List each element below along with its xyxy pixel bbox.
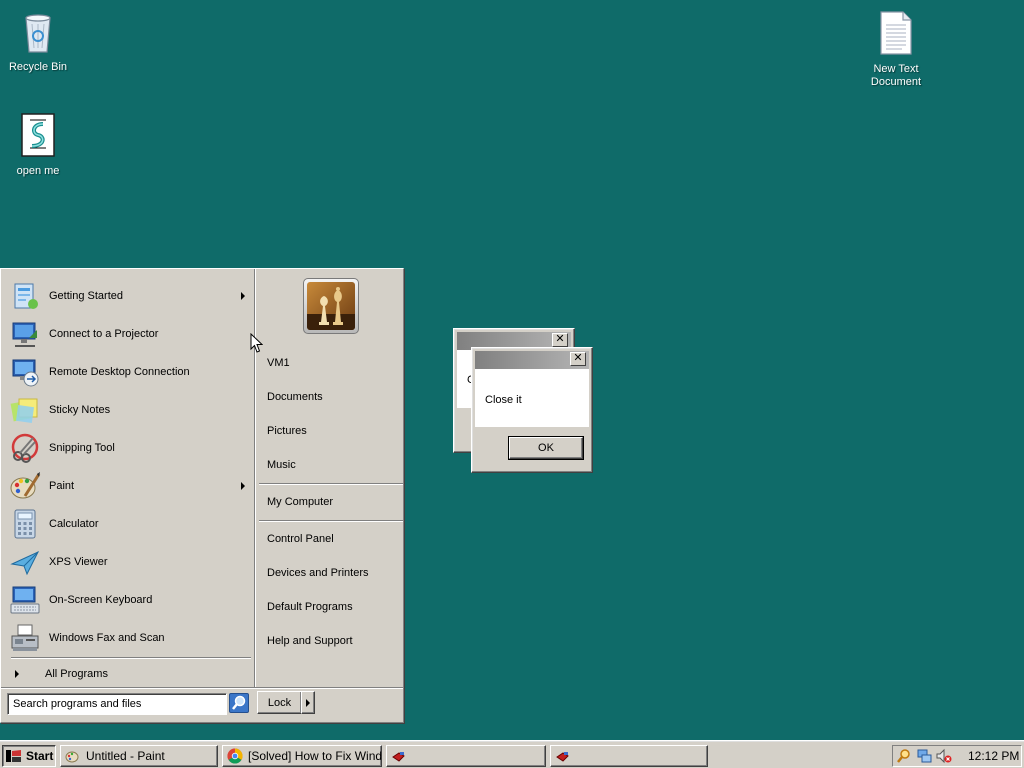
start-menu-item-on-screen-keyboard[interactable]: On-Screen Keyboard (9, 581, 253, 619)
all-programs-button[interactable]: All Programs (9, 663, 253, 685)
volume-muted-icon[interactable] (936, 748, 952, 764)
all-programs-label: All Programs (45, 668, 108, 680)
places-separator (259, 483, 403, 485)
ok-button[interactable]: OK (509, 437, 583, 459)
remote-desktop-icon (12, 359, 39, 387)
shutdown-options-button[interactable] (301, 691, 315, 714)
taskbar-item-chrome[interactable]: [Solved] How to Fix Windo... (222, 745, 382, 767)
start-menu-item-snipping-tool[interactable]: Snipping Tool (9, 429, 253, 467)
calculator-icon (14, 509, 36, 539)
start-menu-item-label: Connect to a Projector (49, 328, 159, 340)
places-link-my-computer[interactable]: My Computer (267, 492, 401, 512)
places-link-pictures[interactable]: Pictures (267, 421, 401, 441)
start-menu-item-label: Sticky Notes (49, 404, 111, 416)
text-document-icon (880, 11, 912, 55)
chess-pieces-icon (307, 287, 355, 330)
close-icon[interactable]: ✕ (552, 333, 568, 347)
paint-palette-icon (10, 472, 41, 499)
start-menu-item-label: Paint (49, 480, 75, 492)
dialog-titlebar[interactable]: ✕ (475, 351, 589, 369)
desktop-icon-label: New Text Document (870, 63, 922, 88)
places-link-help-support[interactable]: Help and Support (267, 631, 401, 651)
paint-icon (65, 751, 79, 763)
system-tray: 12:12 PM (892, 745, 1022, 767)
clock[interactable]: 12:12 PM (968, 749, 1019, 763)
start-menu-item-sticky-notes[interactable]: Sticky Notes (9, 391, 253, 429)
dialog-message: Close it (485, 394, 522, 406)
start-menu-item-calculator[interactable]: Calculator (9, 505, 253, 543)
scissors-icon (11, 433, 39, 463)
start-menu-item-remote-desktop[interactable]: Remote Desktop Connection (9, 353, 253, 391)
desktop-icon-label: Recycle Bin (8, 61, 68, 73)
search-button[interactable] (229, 693, 249, 713)
start-menu-item-connect-projector[interactable]: Connect to a Projector (9, 315, 253, 353)
app-icon (556, 752, 569, 762)
search-icon (232, 695, 246, 710)
dialog-front[interactable]: ✕ Close it OK (471, 347, 593, 473)
desktop-icon-label: open me (16, 165, 60, 177)
start-menu-item-label: Calculator (49, 518, 99, 530)
getting-started-icon (14, 283, 38, 309)
taskbar-item-app[interactable] (550, 745, 708, 767)
start-menu-item-label: XPS Viewer (49, 556, 108, 568)
start-menu-item-fax-scan[interactable]: Windows Fax and Scan (9, 619, 253, 657)
keyboard-icon (10, 586, 40, 614)
desktop-icon-recycle-bin[interactable]: Recycle Bin (0, 8, 76, 74)
windows-logo-icon (6, 750, 21, 762)
desktop-icon-open-me[interactable]: open me (0, 112, 76, 178)
places-link-music[interactable]: Music (267, 455, 401, 475)
network-icon[interactable] (916, 748, 932, 764)
start-menu-programs-pane: Getting Started Connect to a Projector R… (3, 271, 253, 687)
search-input[interactable] (7, 693, 227, 715)
places-link-devices-printers[interactable]: Devices and Printers (267, 563, 401, 583)
start-menu-item-label: Windows Fax and Scan (49, 632, 165, 644)
submenu-arrow-icon (241, 482, 245, 490)
taskbar-item-label: Untitled - Paint (86, 749, 165, 763)
lock-button[interactable]: Lock (257, 691, 302, 714)
chrome-icon (227, 748, 243, 764)
start-menu-item-paint[interactable]: Paint (9, 467, 253, 505)
places-link-documents[interactable]: Documents (267, 387, 401, 407)
desktop-icon-new-text-document[interactable]: New Text Document (858, 10, 934, 89)
chess-pieces-avatar (307, 282, 355, 330)
start-menu: Getting Started Connect to a Projector R… (0, 268, 404, 723)
start-menu-bottom-bar: Lock (1, 687, 403, 722)
start-menu-separator (11, 657, 251, 659)
sticky-notes-icon (10, 398, 38, 424)
mouse-cursor-icon (250, 333, 263, 353)
start-menu-item-label: Getting Started (49, 290, 123, 302)
expand-arrow-icon (15, 670, 19, 678)
taskbar-item-label: [Solved] How to Fix Windo... (248, 749, 382, 763)
places-separator (259, 520, 403, 522)
places-link-user[interactable]: VM1 (267, 353, 401, 373)
start-menu-places-pane: VM1 Documents Pictures Music My Computer… (257, 269, 403, 687)
xps-viewer-icon (10, 550, 40, 576)
search-tray-icon[interactable] (896, 748, 912, 764)
taskbar: Start Untitled - Paint [Solved] How to F… (0, 740, 1024, 768)
start-menu-item-label: Remote Desktop Connection (49, 366, 190, 378)
submenu-arrow-icon (241, 292, 245, 300)
projector-icon (12, 322, 37, 347)
start-menu-item-label: Snipping Tool (49, 442, 115, 454)
app-icon (392, 752, 405, 762)
start-menu-item-label: On-Screen Keyboard (49, 594, 153, 606)
close-icon[interactable]: ✕ (570, 352, 586, 366)
taskbar-item-app[interactable] (386, 745, 546, 767)
start-menu-item-getting-started[interactable]: Getting Started (9, 277, 253, 315)
places-link-control-panel[interactable]: Control Panel (267, 529, 401, 549)
user-avatar[interactable] (303, 278, 359, 334)
places-link-default-programs[interactable]: Default Programs (267, 597, 401, 617)
start-label: Start (26, 749, 54, 763)
start-menu-divider (254, 269, 256, 687)
start-menu-item-xps-viewer[interactable]: XPS Viewer (9, 543, 253, 581)
script-file-icon (21, 113, 55, 157)
recycle-bin-icon (25, 14, 51, 53)
taskbar-item-paint[interactable]: Untitled - Paint (60, 745, 218, 767)
fax-icon (11, 624, 39, 651)
start-button[interactable]: Start (2, 745, 56, 767)
